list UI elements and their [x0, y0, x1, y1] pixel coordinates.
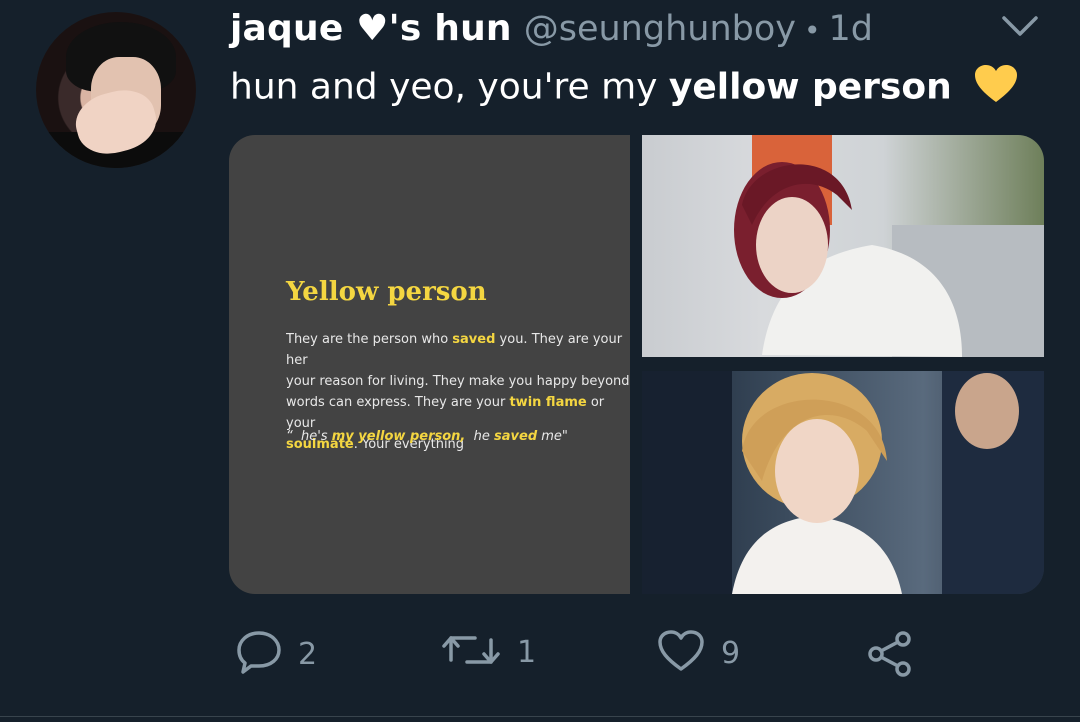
separator-dot: •	[803, 14, 821, 47]
photo-bottom-right[interactable]	[642, 371, 1044, 594]
retweet-count: 1	[517, 634, 537, 670]
reply-button[interactable]: 2	[236, 630, 317, 678]
reply-icon	[236, 630, 282, 678]
quote-open: “ he's	[286, 429, 328, 444]
quote-end: me"	[541, 429, 568, 444]
reply-count: 2	[298, 636, 318, 672]
user-handle[interactable]: @seunghunboy	[524, 9, 796, 49]
quote-saved: saved	[494, 429, 538, 444]
tweet-text-bold: yellow person	[668, 66, 952, 108]
card-quote: “ he's my yellow person, he saved me"	[286, 429, 568, 444]
timestamp[interactable]: 1d	[829, 9, 874, 49]
media-grid: Yellow person They are the person who sa…	[229, 135, 1044, 594]
share-icon	[866, 630, 916, 682]
tweet-actions: 2 1 9	[0, 620, 1080, 690]
quote-yellow: my yellow person,	[331, 429, 466, 444]
avatar[interactable]	[36, 12, 196, 168]
retweet-icon	[441, 630, 501, 674]
yellow-heart-icon	[973, 64, 1019, 113]
like-button[interactable]: 9	[657, 630, 740, 676]
tweet-header: jaque ♥'s hun @seunghunboy • 1d	[230, 8, 873, 54]
tweet-text: hun and yeo, you're my yellow person	[230, 64, 1019, 113]
photo-top-right[interactable]	[642, 135, 1044, 357]
share-button[interactable]	[866, 630, 916, 682]
yellow-person-card-image[interactable]: Yellow person They are the person who sa…	[229, 135, 630, 594]
like-count: 9	[721, 635, 741, 671]
card-twin-flame: twin flame	[509, 395, 587, 410]
divider	[0, 716, 1080, 717]
card-body-1: They are the person who	[286, 332, 449, 347]
card-saved: saved	[452, 332, 496, 347]
heart-icon	[657, 630, 705, 676]
retweet-button[interactable]: 1	[441, 630, 536, 674]
card-title: Yellow person	[286, 277, 487, 307]
display-name[interactable]: jaque ♥'s hun	[230, 8, 512, 49]
chevron-down-icon[interactable]	[1000, 12, 1040, 42]
tweet-text-prefix: hun and yeo, you're my	[230, 66, 658, 108]
tweet[interactable]: jaque ♥'s hun @seunghunboy • 1d hun and …	[0, 0, 1080, 722]
quote-mid: he	[473, 429, 490, 444]
